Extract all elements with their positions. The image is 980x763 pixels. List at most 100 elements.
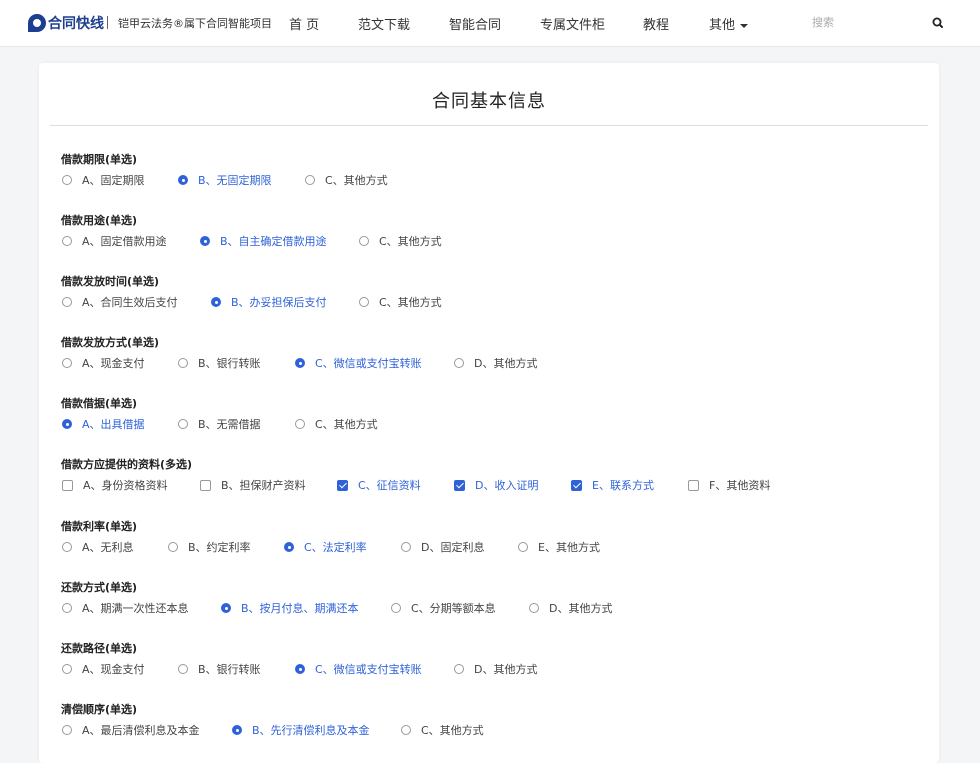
option-a[interactable]: A、现金支付 xyxy=(62,355,145,371)
nav-smart-contract[interactable]: 智能合同 xyxy=(449,14,501,33)
option-b[interactable]: B、银行转账 xyxy=(178,661,261,677)
option-label: C、微信或支付宝转账 xyxy=(315,357,422,370)
option-label: C、其他方式 xyxy=(421,724,484,737)
option-b[interactable]: B、银行转账 xyxy=(178,355,261,371)
nav-file-cabinet[interactable]: 专属文件柜 xyxy=(540,14,605,33)
option-c[interactable]: C、法定利率 xyxy=(284,539,367,555)
radio-button[interactable] xyxy=(62,542,72,552)
option-b[interactable]: B、无固定期限 xyxy=(178,172,272,188)
nav-more-dropdown[interactable]: 其他 xyxy=(709,14,749,33)
option-a[interactable]: A、合同生效后支付 xyxy=(62,294,178,310)
checkbox-checked[interactable] xyxy=(337,479,348,491)
checkbox-checked[interactable] xyxy=(454,479,465,491)
question-label: 还款方式(单选) xyxy=(61,581,138,594)
option-e[interactable]: E、其他方式 xyxy=(518,539,600,555)
option-c[interactable]: C、分期等额本息 xyxy=(391,600,496,616)
radio-button[interactable] xyxy=(62,725,72,735)
radio-button[interactable] xyxy=(518,542,528,552)
radio-button-selected[interactable] xyxy=(178,175,188,185)
radio-button[interactable] xyxy=(62,358,72,368)
option-c[interactable]: C、其他方式 xyxy=(295,416,378,432)
radio-button[interactable] xyxy=(178,419,188,429)
radio-button[interactable] xyxy=(178,664,188,674)
option-label: A、固定借款用途 xyxy=(82,235,167,248)
radio-button[interactable] xyxy=(178,358,188,368)
nav-templates-download[interactable]: 范文下载 xyxy=(358,14,410,33)
radio-button[interactable] xyxy=(359,297,369,307)
option-c[interactable]: C、其他方式 xyxy=(359,233,442,249)
radio-button[interactable] xyxy=(62,236,72,246)
nav-tutorial[interactable]: 教程 xyxy=(643,14,669,33)
search-input[interactable] xyxy=(800,10,934,34)
radio-button[interactable] xyxy=(454,358,464,368)
logo[interactable]: 合同快线 xyxy=(28,11,104,35)
option-b[interactable]: B、先行清偿利息及本金 xyxy=(232,722,370,738)
checkbox[interactable] xyxy=(62,479,73,491)
option-c[interactable]: C、征信资料 xyxy=(337,477,421,493)
radio-button-selected[interactable] xyxy=(284,542,294,552)
option-a[interactable]: A、固定借款用途 xyxy=(62,233,167,249)
option-label: E、其他方式 xyxy=(538,541,600,554)
option-label: C、其他方式 xyxy=(379,296,442,309)
radio-button-selected[interactable] xyxy=(295,358,305,368)
option-a[interactable]: A、固定期限 xyxy=(62,172,145,188)
option-label: B、银行转账 xyxy=(198,357,261,370)
option-b[interactable]: B、无需借据 xyxy=(178,416,261,432)
checkbox-checked[interactable] xyxy=(571,479,582,491)
radio-button[interactable] xyxy=(62,603,72,613)
option-a[interactable]: A、期满一次性还本息 xyxy=(62,600,189,616)
option-b[interactable]: B、办妥担保后支付 xyxy=(211,294,327,310)
top-navigation-bar: 合同快线 铠甲云法务®属下合同智能项目 首 页 范文下载 智能合同 专属文件柜 … xyxy=(0,0,980,47)
checkbox[interactable] xyxy=(688,479,699,491)
option-c[interactable]: C、其他方式 xyxy=(305,172,388,188)
option-d[interactable]: D、收入证明 xyxy=(454,477,538,493)
question-label: 借款利率(单选) xyxy=(61,520,138,533)
checkbox[interactable] xyxy=(200,479,211,491)
option-e[interactable]: E、联系方式 xyxy=(571,477,654,493)
radio-button-selected[interactable] xyxy=(200,236,210,246)
option-label: D、其他方式 xyxy=(474,357,538,370)
radio-button[interactable] xyxy=(529,603,539,613)
option-c[interactable]: C、其他方式 xyxy=(359,294,442,310)
option-d[interactable]: D、固定利息 xyxy=(401,539,484,555)
radio-button[interactable] xyxy=(62,664,72,674)
option-c[interactable]: C、其他方式 xyxy=(401,722,484,738)
radio-button-selected[interactable] xyxy=(62,419,72,429)
question-settlement-order: 清偿顺序(单选) A、最后清偿利息及本金 B、先行清偿利息及本金 C、其他方式 xyxy=(61,703,921,737)
question-label: 借款发放时间(单选) xyxy=(61,275,160,288)
option-f[interactable]: F、其他资料 xyxy=(688,477,770,493)
option-b[interactable]: B、按月付息、期满还本 xyxy=(221,600,359,616)
radio-button[interactable] xyxy=(401,725,411,735)
option-a[interactable]: A、身份资格资料 xyxy=(62,477,168,493)
radio-button[interactable] xyxy=(454,664,464,674)
option-d[interactable]: D、其他方式 xyxy=(454,355,537,371)
nav-home[interactable]: 首 页 xyxy=(289,14,319,33)
radio-button[interactable] xyxy=(359,236,369,246)
option-label: A、现金支付 xyxy=(82,663,145,676)
radio-button[interactable] xyxy=(305,175,315,185)
radio-button-selected[interactable] xyxy=(211,297,221,307)
option-a[interactable]: A、无利息 xyxy=(62,539,134,555)
option-label: C、其他方式 xyxy=(325,174,388,187)
option-d[interactable]: D、其他方式 xyxy=(529,600,612,616)
option-b[interactable]: B、担保财产资料 xyxy=(200,477,306,493)
logo-divider xyxy=(107,16,108,29)
radio-button[interactable] xyxy=(391,603,401,613)
radio-button[interactable] xyxy=(401,542,411,552)
option-a[interactable]: A、出具借据 xyxy=(62,416,145,432)
option-a[interactable]: A、现金支付 xyxy=(62,661,145,677)
radio-button[interactable] xyxy=(62,297,72,307)
option-b[interactable]: B、自主确定借款用途 xyxy=(200,233,327,249)
option-c[interactable]: C、微信或支付宝转账 xyxy=(295,661,422,677)
option-d[interactable]: D、其他方式 xyxy=(454,661,537,677)
radio-button[interactable] xyxy=(295,419,305,429)
radio-button-selected[interactable] xyxy=(232,725,242,735)
search-icon[interactable] xyxy=(929,14,947,32)
radio-button[interactable] xyxy=(62,175,72,185)
option-c[interactable]: C、微信或支付宝转账 xyxy=(295,355,422,371)
radio-button-selected[interactable] xyxy=(295,664,305,674)
option-b[interactable]: B、约定利率 xyxy=(168,539,251,555)
radio-button-selected[interactable] xyxy=(221,603,231,613)
option-a[interactable]: A、最后清偿利息及本金 xyxy=(62,722,200,738)
radio-button[interactable] xyxy=(168,542,178,552)
